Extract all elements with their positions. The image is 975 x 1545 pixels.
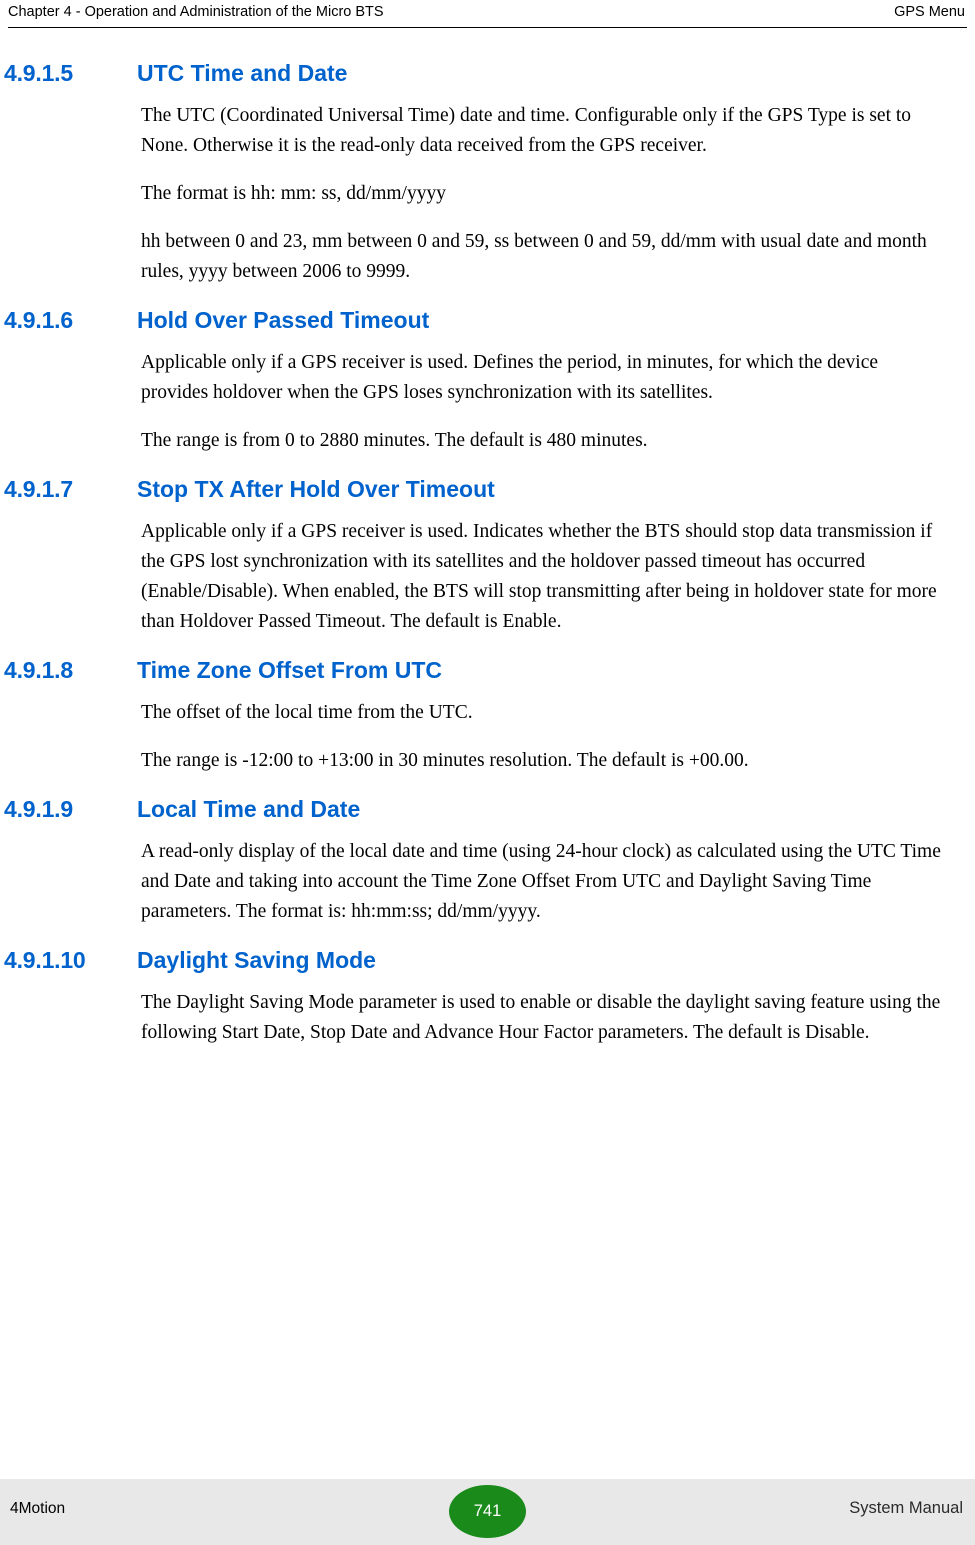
section-title: Stop TX After Hold Over Timeout <box>137 476 495 502</box>
section-number: 4.9.1.8 <box>4 657 73 683</box>
paragraph: The UTC (Coordinated Universal Time) dat… <box>141 105 912 156</box>
section-title: Time Zone Offset From UTC <box>137 657 442 683</box>
page-running-header: Chapter 4 - Operation and Administration… <box>0 0 975 28</box>
section-4-9-1-5: 4.9.1.5 UTC Time and Date The UTC (Coord… <box>0 60 975 287</box>
header-chapter-title: Chapter 4 - Operation and Administration… <box>8 4 384 20</box>
footer-document-title: System Manual <box>849 1499 963 1517</box>
section-number: 4.9.1.10 <box>4 947 86 973</box>
page-footer: 4Motion 741 System Manual <box>0 1479 975 1545</box>
footer-product-name: 4Motion <box>10 1500 66 1517</box>
paragraph: The range is -12:00 to +13:00 in 30 minu… <box>141 750 749 771</box>
section-4-9-1-7: 4.9.1.7 Stop TX After Hold Over Timeout … <box>0 476 975 637</box>
section-title: UTC Time and Date <box>137 60 348 86</box>
section-heading: 4.9.1.6 Hold Over Passed Timeout <box>0 307 975 334</box>
paragraph: The range is from 0 to 2880 minutes. The… <box>141 430 648 451</box>
section-4-9-1-9: 4.9.1.9 Local Time and Date A read-only … <box>0 796 975 927</box>
paragraph: hh between 0 and 23, mm between 0 and 59… <box>141 231 927 282</box>
section-title: Daylight Saving Mode <box>137 947 376 973</box>
section-heading: 4.9.1.7 Stop TX After Hold Over Timeout <box>0 476 975 503</box>
section-number: 4.9.1.6 <box>4 307 73 333</box>
paragraph: A read-only display of the local date an… <box>141 841 941 922</box>
section-heading: 4.9.1.8 Time Zone Offset From UTC <box>0 657 975 684</box>
header-section-title: GPS Menu <box>894 4 965 20</box>
section-title: Hold Over Passed Timeout <box>137 307 430 333</box>
paragraph: Applicable only if a GPS receiver is use… <box>141 352 879 403</box>
section-4-9-1-6: 4.9.1.6 Hold Over Passed Timeout Applica… <box>0 307 975 456</box>
paragraph: The Daylight Saving Mode parameter is us… <box>141 992 941 1043</box>
document-body: 4.9.1.5 UTC Time and Date The UTC (Coord… <box>0 60 975 1048</box>
section-number: 4.9.1.5 <box>4 60 73 86</box>
section-4-9-1-8: 4.9.1.8 Time Zone Offset From UTC The of… <box>0 657 975 776</box>
section-heading: 4.9.1.9 Local Time and Date <box>0 796 975 823</box>
section-4-9-1-10: 4.9.1.10 Daylight Saving Mode The Daylig… <box>0 947 975 1048</box>
paragraph: Applicable only if a GPS receiver is use… <box>141 521 937 632</box>
paragraph: The format is hh: mm: ss, dd/mm/yyyy <box>141 183 446 204</box>
section-heading: 4.9.1.10 Daylight Saving Mode <box>0 947 975 974</box>
header-divider <box>8 27 967 28</box>
section-number: 4.9.1.9 <box>4 796 73 822</box>
section-title: Local Time and Date <box>137 796 361 822</box>
footer-page-number: 741 <box>449 1485 526 1538</box>
section-heading: 4.9.1.5 UTC Time and Date <box>0 60 975 87</box>
paragraph: The offset of the local time from the UT… <box>141 702 473 723</box>
section-number: 4.9.1.7 <box>4 476 73 502</box>
